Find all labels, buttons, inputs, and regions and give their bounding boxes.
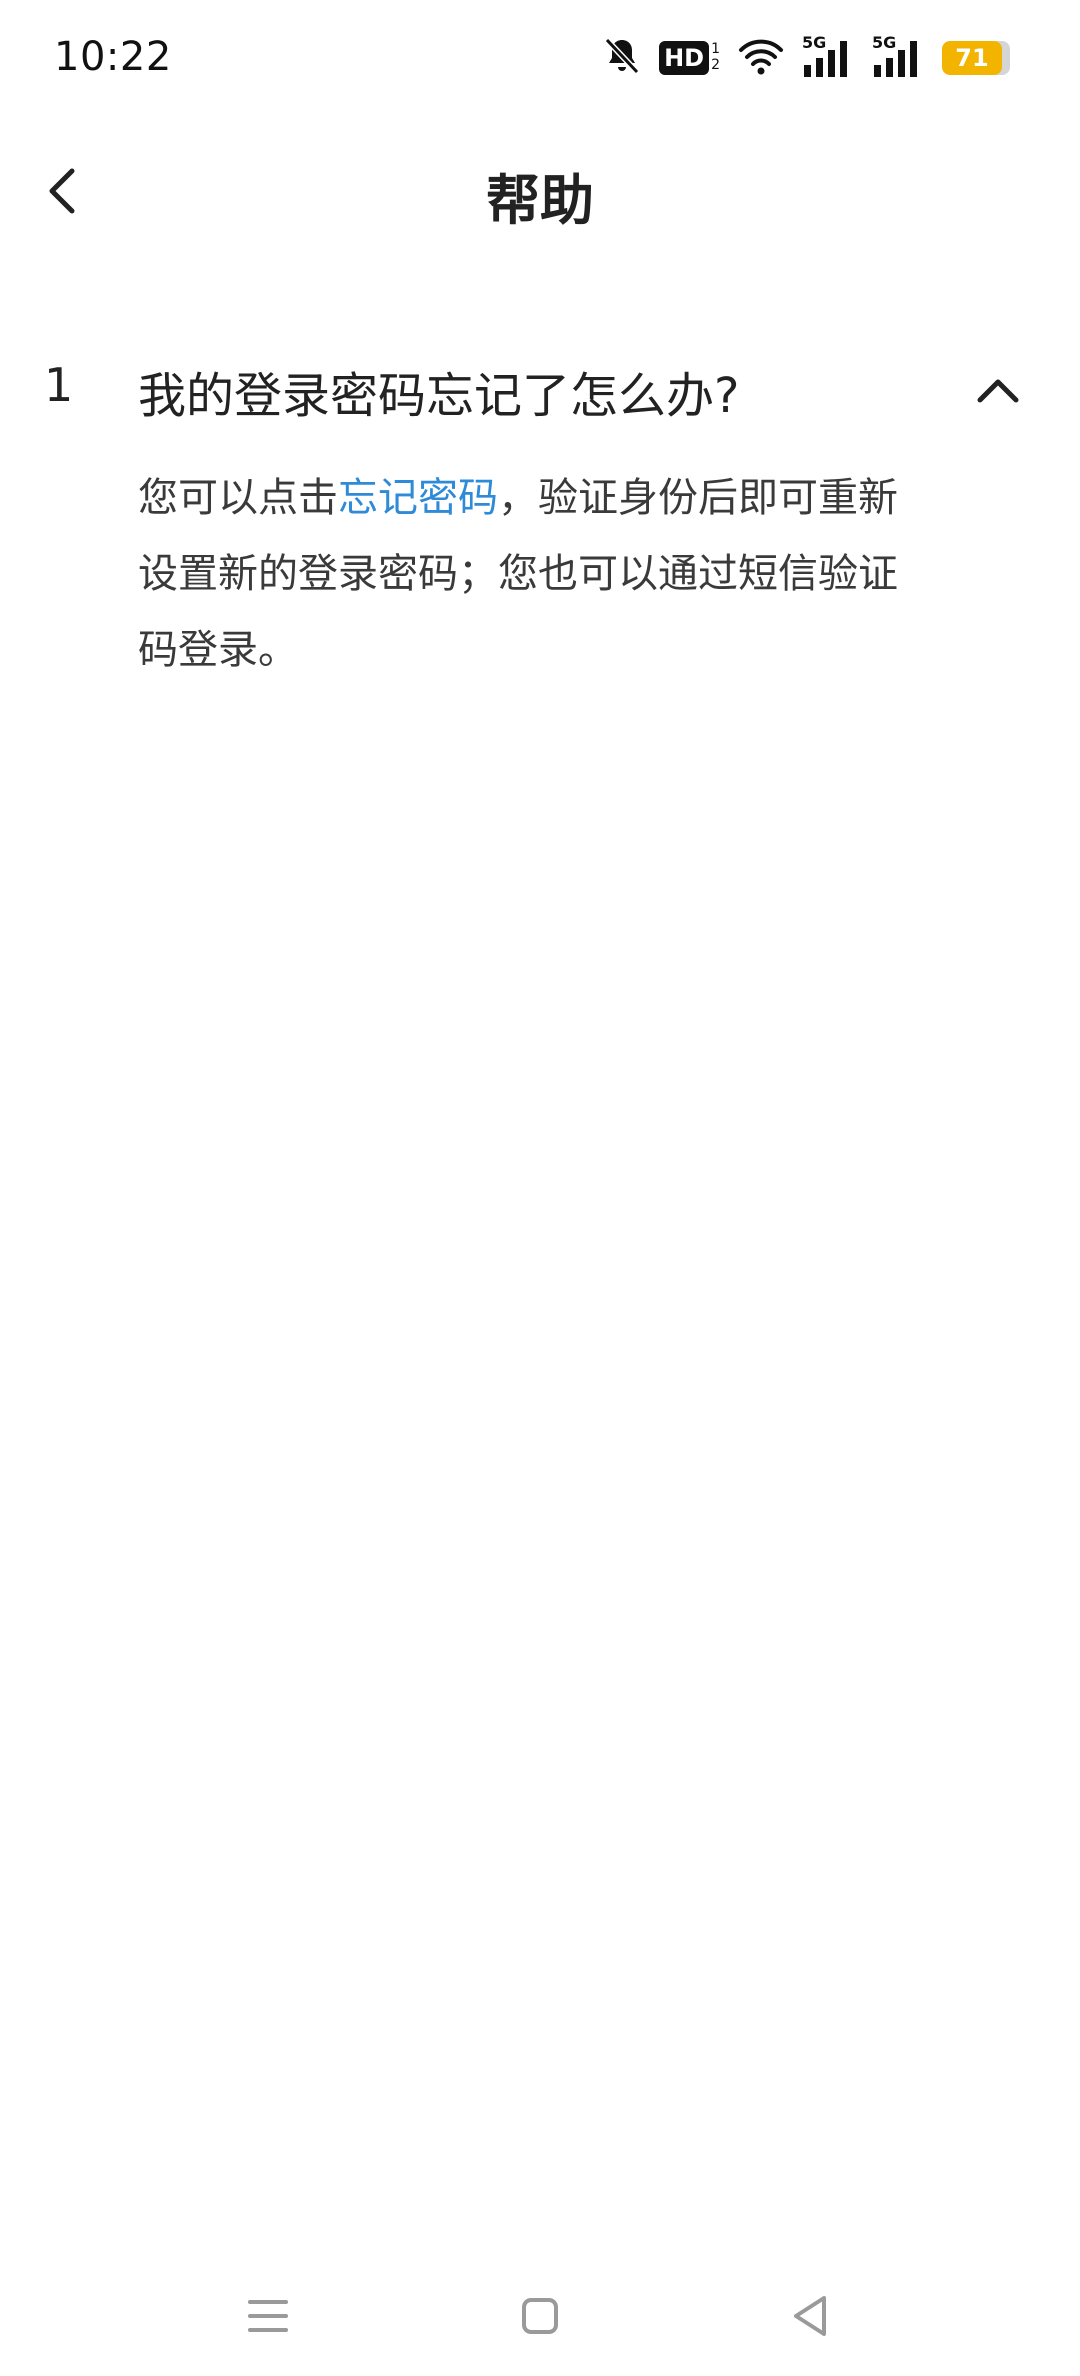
faq-question-row[interactable]: 1 我的登录密码忘记了怎么办?: [0, 340, 1080, 440]
signal-5g-icon-2: 5G: [872, 33, 924, 79]
faq-question: 我的登录密码忘记了怎么办?: [138, 368, 740, 424]
page-title: 帮助: [486, 169, 594, 232]
status-time: 10:22: [54, 34, 172, 80]
navigation-bar: [0, 2256, 1080, 2376]
bell-muted-icon: [603, 36, 641, 80]
status-icons: HD 1 2 5G 5G 71: [585, 33, 1010, 80]
net2-label: 5G: [872, 33, 897, 52]
forgot-password-link[interactable]: 忘记密码: [338, 475, 498, 521]
menu-icon: [248, 2300, 288, 2332]
wifi-icon: [738, 36, 784, 80]
recent-apps-button[interactable]: [228, 2276, 308, 2356]
faq-item: 1 我的登录密码忘记了怎么办? 您可以点击忘记密码，验证身份后即可重新设置新的登…: [0, 340, 1080, 673]
faq-number: 1: [44, 358, 74, 412]
faq-list: 1 我的登录密码忘记了怎么办? 您可以点击忘记密码，验证身份后即可重新设置新的登…: [0, 340, 1080, 673]
home-button[interactable]: [500, 2276, 580, 2356]
status-bar: 10:22 HD 1 2 5G 5G 71: [0, 0, 1080, 120]
hd-sub-2: 2: [711, 57, 720, 73]
triangle-back-icon: [794, 2296, 826, 2336]
hd-sub-1: 1: [711, 41, 720, 57]
header: 帮助: [0, 130, 1080, 250]
signal-5g-icon-1: 5G: [802, 33, 854, 79]
hd-sub: 1 2: [711, 41, 720, 73]
battery-level: 71: [942, 41, 1002, 75]
net1-label: 5G: [802, 33, 827, 52]
hd-voice-icon: HD 1 2: [659, 41, 720, 75]
hd-label: HD: [659, 41, 710, 75]
battery-icon: 71: [942, 41, 1010, 75]
square-icon: [522, 2298, 558, 2334]
chevron-up-icon: [977, 379, 1019, 403]
faq-answer-text-before: 您可以点击: [138, 475, 338, 521]
collapse-toggle[interactable]: [968, 362, 1028, 418]
nav-back-button[interactable]: [770, 2276, 850, 2356]
faq-answer: 您可以点击忘记密码，验证身份后即可重新设置新的登录密码；您也可以通过短信验证码登…: [138, 460, 928, 688]
